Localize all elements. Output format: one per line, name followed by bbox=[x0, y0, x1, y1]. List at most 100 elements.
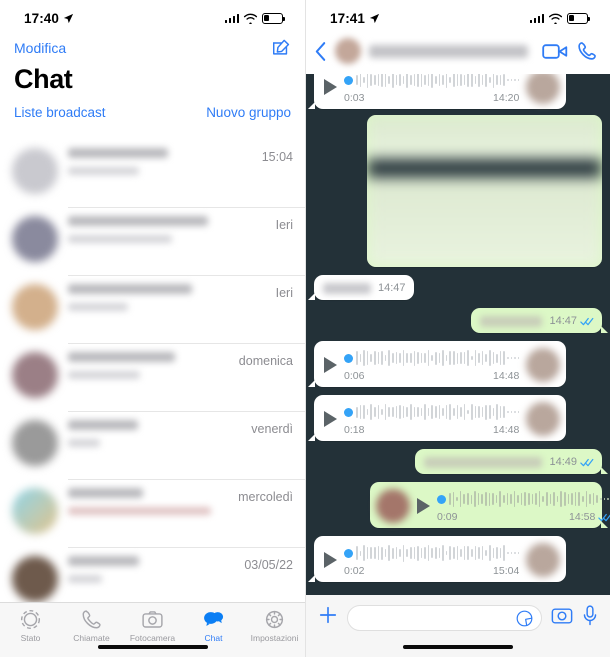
play-icon[interactable] bbox=[324, 552, 337, 568]
avatar bbox=[376, 489, 410, 523]
avatar bbox=[12, 284, 58, 330]
message-row[interactable]: 0:06 14:48 bbox=[308, 341, 602, 387]
contact-name-redacted bbox=[68, 352, 176, 362]
voice-message-bubble[interactable]: 0:18 14:48 bbox=[308, 395, 566, 441]
tab-impostazioni[interactable]: Impostazioni bbox=[244, 608, 305, 643]
status-left-group: 17:41 bbox=[330, 11, 380, 26]
left-phone-panel: 17:40 Modifica Chat Liste broadcast Nuov… bbox=[0, 0, 305, 657]
message-row[interactable]: 0:09 14:58 bbox=[314, 482, 610, 528]
voice-meta: 0:18 14:48 bbox=[344, 424, 519, 436]
message-row[interactable]: 14:49 bbox=[314, 449, 608, 474]
contact-name-redacted bbox=[68, 420, 139, 430]
text-message-bubble[interactable]: 14:49 bbox=[415, 449, 608, 474]
sticker-icon[interactable] bbox=[516, 610, 533, 627]
message-meta: 14:49 bbox=[549, 456, 594, 468]
message-row[interactable]: 14:47 bbox=[308, 275, 602, 300]
scrubber-dot[interactable] bbox=[437, 494, 446, 504]
avatar[interactable] bbox=[335, 38, 361, 64]
message-row[interactable]: 0:03 14:20 bbox=[308, 74, 602, 109]
message-preview-redacted bbox=[68, 303, 128, 311]
scrubber-dot[interactable] bbox=[344, 407, 353, 417]
camera-icon[interactable] bbox=[551, 605, 573, 625]
waveform[interactable] bbox=[344, 74, 520, 90]
play-icon[interactable] bbox=[417, 498, 430, 514]
chat-list-item[interactable]: Ieri bbox=[0, 208, 305, 276]
waveform[interactable] bbox=[344, 348, 520, 368]
message-list[interactable]: 0:03 14:20 14:47 14:47 0:06 14:48 0:18 1… bbox=[306, 74, 610, 595]
double-check-read-icon bbox=[598, 513, 610, 521]
home-indicator bbox=[97, 644, 208, 649]
double-check-read-icon bbox=[580, 458, 594, 466]
voice-duration: 0:03 bbox=[344, 92, 365, 104]
broadcast-lists-button[interactable]: Liste broadcast bbox=[14, 105, 106, 120]
message-row[interactable]: 14:47 bbox=[314, 308, 608, 333]
scrubber-dot[interactable] bbox=[344, 548, 353, 558]
contact-name-redacted[interactable] bbox=[369, 44, 528, 58]
edit-button[interactable]: Modifica bbox=[14, 40, 66, 56]
message-row[interactable] bbox=[314, 115, 602, 267]
chat-list-item[interactable]: 03/05/22 bbox=[0, 548, 305, 602]
message-input-field[interactable] bbox=[347, 605, 542, 631]
contact-name-redacted bbox=[68, 284, 192, 294]
message-timestamp: 14:47 bbox=[378, 282, 406, 294]
chat-list-item[interactable]: 15:04 bbox=[0, 140, 305, 208]
voice-message-bubble[interactable]: 0:06 14:48 bbox=[308, 341, 566, 387]
text-message-bubble[interactable]: 14:47 bbox=[308, 275, 414, 300]
waveform[interactable] bbox=[344, 402, 520, 422]
status-right-group bbox=[529, 12, 590, 24]
chat-list-item[interactable]: venerdì bbox=[0, 412, 305, 480]
chat-list-item[interactable]: mercoledì bbox=[0, 480, 305, 548]
avatar bbox=[526, 74, 561, 104]
back-chevron-icon[interactable] bbox=[314, 41, 327, 62]
chat-list-item[interactable]: Ieri bbox=[0, 276, 305, 344]
chat-list[interactable]: 15:04 Ieri Ieri domenica venerdì mercole… bbox=[0, 140, 305, 602]
text-message-bubble[interactable]: 14:47 bbox=[471, 308, 608, 333]
message-preview-redacted bbox=[68, 507, 211, 515]
chat-timestamp: mercoledì bbox=[238, 490, 293, 504]
battery-low-icon bbox=[567, 12, 590, 24]
compose-icon[interactable] bbox=[271, 38, 291, 58]
photo-message-bubble[interactable] bbox=[367, 115, 602, 267]
chat-preview bbox=[68, 488, 238, 524]
home-indicator bbox=[403, 644, 513, 649]
location-arrow-icon bbox=[63, 13, 74, 23]
microphone-icon[interactable] bbox=[582, 605, 598, 626]
chat-timestamp: 03/05/22 bbox=[244, 558, 293, 572]
voice-message-bubble[interactable]: 0:03 14:20 bbox=[308, 74, 566, 109]
message-timestamp: 15:04 bbox=[493, 565, 520, 577]
voice-duration: 0:02 bbox=[344, 565, 365, 577]
play-icon[interactable] bbox=[324, 411, 337, 427]
photo-attachment-redacted[interactable] bbox=[367, 115, 602, 267]
contact-name-redacted bbox=[68, 488, 143, 498]
chat-timestamp: venerdì bbox=[251, 422, 293, 436]
tab-label: Chiamate bbox=[73, 633, 110, 643]
message-preview-redacted bbox=[68, 439, 100, 447]
tab-chiamate[interactable]: Chiamate bbox=[61, 608, 122, 643]
tab-fotocamera[interactable]: Fotocamera bbox=[122, 608, 183, 643]
plus-icon[interactable] bbox=[318, 605, 338, 625]
phone-call-icon[interactable] bbox=[576, 40, 598, 62]
message-row[interactable]: 0:18 14:48 bbox=[308, 395, 602, 441]
tab-stato[interactable]: Stato bbox=[0, 608, 61, 643]
scrubber-dot[interactable] bbox=[344, 353, 353, 363]
waveform[interactable] bbox=[344, 543, 520, 563]
wifi-icon bbox=[548, 13, 563, 24]
scrubber-dot[interactable] bbox=[344, 75, 353, 85]
dual-phone-screenshot: 17:40 Modifica Chat Liste broadcast Nuov… bbox=[0, 0, 610, 657]
new-group-button[interactable]: Nuovo gruppo bbox=[206, 105, 291, 120]
waveform[interactable] bbox=[437, 489, 610, 509]
play-icon[interactable] bbox=[324, 357, 337, 373]
chat-list-item[interactable]: domenica bbox=[0, 344, 305, 412]
message-preview-redacted bbox=[68, 167, 139, 175]
contact-name-redacted bbox=[68, 216, 208, 226]
chat-preview bbox=[68, 216, 276, 252]
message-timestamp: 14:47 bbox=[549, 315, 577, 327]
voice-message-bubble[interactable]: 0:09 14:58 bbox=[370, 482, 610, 528]
message-row[interactable]: 0:02 15:04 bbox=[308, 536, 602, 582]
video-camera-icon[interactable] bbox=[542, 42, 568, 61]
play-icon[interactable] bbox=[324, 79, 337, 95]
voice-message-bubble[interactable]: 0:02 15:04 bbox=[308, 536, 566, 582]
tab-chat[interactable]: Chat bbox=[183, 608, 244, 643]
right-status-bar: 17:41 bbox=[306, 0, 610, 30]
voice-duration: 0:18 bbox=[344, 424, 365, 436]
